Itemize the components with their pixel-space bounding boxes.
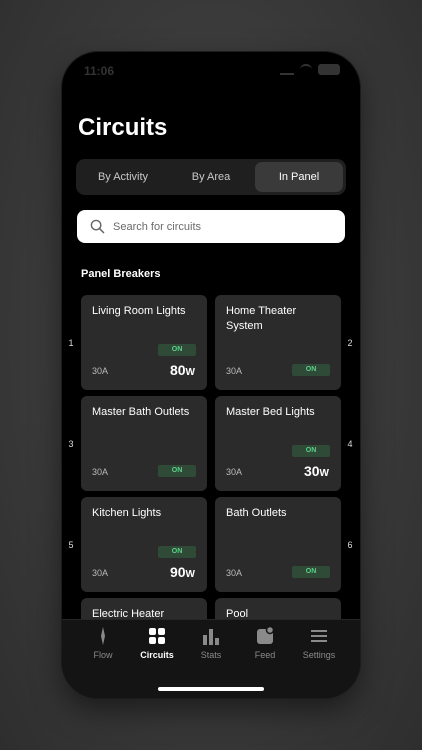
breaker-amps: 30A bbox=[92, 568, 109, 578]
tab-stats[interactable]: Stats bbox=[186, 626, 236, 660]
tab-label: Circuits bbox=[140, 650, 174, 660]
slot-number: 3 bbox=[68, 439, 74, 449]
tab-feed[interactable]: Feed bbox=[240, 626, 290, 660]
tab-label: Feed bbox=[254, 650, 276, 660]
status-badge: ON bbox=[158, 546, 196, 558]
search-input[interactable] bbox=[111, 219, 335, 234]
slot-number: 5 bbox=[68, 540, 74, 550]
breaker-amps: 30A bbox=[226, 467, 243, 477]
breaker-name: Master Bed Lights bbox=[226, 406, 315, 418]
tab-label: Flow bbox=[93, 650, 113, 660]
breaker-name: Kitchen Lights bbox=[92, 507, 162, 519]
breaker-name: Bath Outlets bbox=[226, 507, 287, 519]
home-indicator[interactable] bbox=[158, 687, 264, 691]
breaker-card-home-theater-system[interactable]: Home Theater System ON 30A bbox=[215, 295, 341, 390]
flow-icon bbox=[101, 627, 105, 645]
breaker-card-master-bed-lights[interactable]: Master Bed Lights ON 30A 30W bbox=[215, 396, 341, 491]
tab-label: Stats bbox=[200, 650, 222, 660]
status-badge: ON bbox=[292, 566, 330, 578]
breaker-name: Living Room Lights bbox=[92, 305, 186, 317]
status-badge: ON bbox=[292, 445, 330, 457]
phone-screen: 11:06 Circuits By Activity By Area In Pa… bbox=[62, 52, 360, 698]
battery-icon bbox=[318, 64, 340, 75]
tab-label: Settings bbox=[302, 650, 336, 660]
status-badge: ON bbox=[158, 344, 196, 356]
view-segmented-control: By Activity By Area In Panel bbox=[76, 159, 346, 195]
section-title: Panel Breakers bbox=[81, 268, 161, 280]
slot-number: 1 bbox=[68, 338, 74, 348]
breaker-name: Home Theater System bbox=[226, 305, 297, 332]
status-bar: 11:06 bbox=[62, 52, 360, 90]
breaker-amps: 30A bbox=[226, 366, 243, 376]
tab-circuits[interactable]: Circuits bbox=[132, 626, 182, 660]
segment-in-panel[interactable]: In Panel bbox=[255, 162, 343, 192]
tab-settings[interactable]: Settings bbox=[294, 626, 344, 660]
tab-bar: Flow Circuits Stats Feed Settings bbox=[62, 619, 360, 698]
search-bar[interactable] bbox=[77, 210, 345, 243]
slot-number: 6 bbox=[347, 540, 353, 550]
wifi-icon bbox=[300, 64, 312, 75]
breaker-watts: 30W bbox=[303, 463, 329, 479]
tab-flow[interactable]: Flow bbox=[78, 626, 128, 660]
breaker-watts: 90W bbox=[169, 564, 195, 580]
breaker-card-master-bath-outlets[interactable]: Master Bath Outlets ON 30A bbox=[81, 396, 207, 491]
signal-icon bbox=[280, 64, 294, 75]
status-time: 11:06 bbox=[84, 64, 115, 78]
settings-icon bbox=[311, 630, 327, 642]
page-title: Circuits bbox=[78, 114, 168, 141]
breaker-watts: 80W bbox=[169, 362, 195, 378]
breaker-card-kitchen-lights[interactable]: Kitchen Lights ON 30A 90W bbox=[81, 497, 207, 592]
breaker-amps: 30A bbox=[92, 366, 109, 376]
slot-number: 2 bbox=[347, 338, 353, 348]
status-badge: ON bbox=[158, 465, 196, 477]
breaker-name: Master Bath Outlets bbox=[92, 406, 190, 418]
breaker-card-living-room-lights[interactable]: Living Room Lights ON 30A 80W bbox=[81, 295, 207, 390]
search-icon bbox=[90, 219, 105, 234]
stats-icon bbox=[203, 629, 219, 645]
breaker-amps: 30A bbox=[226, 568, 243, 578]
status-badge: ON bbox=[292, 364, 330, 376]
breaker-card-bath-outlets[interactable]: Bath Outlets ON 30A bbox=[215, 497, 341, 592]
breaker-amps: 30A bbox=[92, 467, 109, 477]
segment-by-area[interactable]: By Area bbox=[167, 162, 255, 192]
feed-icon bbox=[257, 626, 275, 644]
slot-number: 4 bbox=[347, 439, 353, 449]
segment-by-activity[interactable]: By Activity bbox=[79, 162, 167, 192]
circuits-icon bbox=[149, 628, 165, 644]
